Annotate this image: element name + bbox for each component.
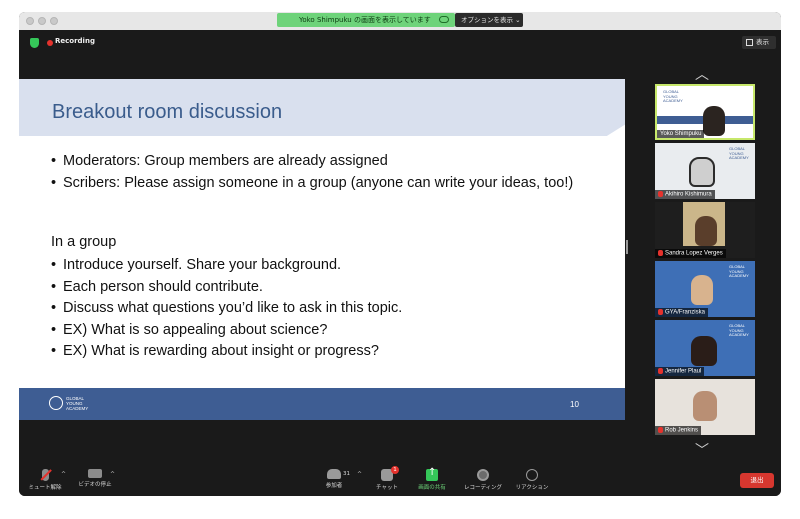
mic-off-icon xyxy=(658,427,663,434)
mic-off-icon xyxy=(658,191,663,198)
gya-logo-text: GLOBAL YOUNG ACADEMY xyxy=(729,264,749,278)
screen-share-status: Yoko Shimpuku の画面を表示しています xyxy=(277,13,455,27)
video-tile-sandra[interactable]: Sandra Lopez Verges xyxy=(655,202,755,258)
microphone-muted-icon xyxy=(41,469,49,481)
bullet-item: Introduce yourself. Share your backgroun… xyxy=(51,255,591,277)
unmute-button[interactable]: ミュート解除 xyxy=(25,469,65,491)
slide-bullets-top: Moderators: Group members are already as… xyxy=(51,151,591,194)
chat-label: チャット xyxy=(376,485,398,491)
recording-indicator: Recording xyxy=(55,37,95,45)
gya-logo-text: GLOBAL YOUNG ACADEMY xyxy=(66,396,89,411)
gya-logo-text: GLOBAL YOUNG ACADEMY xyxy=(729,146,749,160)
meeting-top-bar: Recording 表示 xyxy=(19,30,781,56)
view-button[interactable]: 表示 xyxy=(742,36,776,49)
view-options-button[interactable]: オプションを表示 ⌄ xyxy=(455,13,523,27)
bullet-item: EX) What is so appealing about science? xyxy=(51,320,591,342)
participants-label: 参加者 xyxy=(325,483,343,489)
video-camera-icon xyxy=(88,469,102,478)
video-options-caret-icon[interactable]: ^ xyxy=(110,471,115,478)
participant-name: Yoko Shimpuku xyxy=(657,130,705,138)
shared-slide: Breakout room discussion Moderators: Gro… xyxy=(19,79,625,420)
view-label: 表示 xyxy=(756,38,769,46)
grid-icon xyxy=(746,39,753,46)
stop-video-label: ビデオの停止 xyxy=(78,482,112,488)
participant-video xyxy=(689,157,715,187)
bullet-item: Scribers: Please assign someone in a gro… xyxy=(51,173,591,195)
leave-button[interactable]: 退出 xyxy=(740,473,774,488)
gya-logo-icon xyxy=(49,396,63,410)
mic-off-icon xyxy=(658,250,663,257)
participant-name: Akihiro Kishimura xyxy=(655,190,715,199)
chat-icon: 1 xyxy=(381,466,399,481)
slide-title: Breakout room discussion xyxy=(52,101,283,123)
smiley-icon xyxy=(526,469,538,481)
video-tile-akihiro[interactable]: GLOBAL YOUNG ACADEMY Akihiro Kishimura xyxy=(655,143,755,199)
participant-name: Jennifer Plaul xyxy=(655,367,705,376)
close-window-button[interactable] xyxy=(26,17,34,25)
share-status-text: Yoko Shimpuku の画面を表示しています xyxy=(299,16,431,24)
bullet-item: Moderators: Group members are already as… xyxy=(51,151,591,173)
minimize-window-button[interactable] xyxy=(38,17,46,25)
chevron-down-icon: ⌄ xyxy=(515,16,521,24)
participant-name: Rob Jenkins xyxy=(655,426,702,435)
participant-video xyxy=(695,216,717,246)
shield-icon[interactable] xyxy=(30,38,39,48)
bullet-item: Discuss what questions you’d like to ask… xyxy=(51,298,591,320)
video-tile-jennifer[interactable]: GLOBAL YOUNG ACADEMY Jennifer Plaul xyxy=(655,320,755,376)
mic-off-icon xyxy=(658,309,663,316)
slide-footer: GLOBAL YOUNG ACADEMY 10 xyxy=(19,388,625,420)
video-tile-franziska[interactable]: GLOBAL YOUNG ACADEMY GYA/Franziska xyxy=(655,261,755,317)
reactions-button[interactable]: リアクション xyxy=(510,469,554,491)
participant-name: Sandra Lopez Verges xyxy=(655,249,726,258)
participants-options-caret-icon[interactable]: ^ xyxy=(357,471,362,478)
share-screen-button[interactable]: 画面の共有 xyxy=(416,467,448,491)
slide-bullets-group: Introduce yourself. Share your backgroun… xyxy=(51,255,591,363)
title-bar: Yoko Shimpuku の画面を表示しています オプションを表示 ⌄ xyxy=(19,12,781,30)
mic-off-icon xyxy=(658,368,663,375)
audio-options-caret-icon[interactable]: ^ xyxy=(61,471,66,478)
chevron-down-icon[interactable]: ﹀ xyxy=(695,444,709,458)
participant-count: 31 xyxy=(343,471,350,477)
recording-dot-icon xyxy=(47,40,53,46)
share-screen-icon xyxy=(426,467,438,481)
panel-resize-handle[interactable] xyxy=(626,240,628,254)
participant-video xyxy=(693,391,717,421)
bullet-item: Each person should contribute. xyxy=(51,277,591,299)
zoom-window-button[interactable] xyxy=(50,17,58,25)
recording-button[interactable]: レコーディング xyxy=(458,469,508,491)
group-heading: In a group xyxy=(51,234,117,250)
cloud-icon xyxy=(439,16,449,23)
recording-label: レコーディング xyxy=(463,485,503,491)
view-options-label: オプションを表示 xyxy=(461,16,513,24)
gya-logo-text: GLOBAL YOUNG ACADEMY xyxy=(663,89,683,103)
reactions-label: リアクション xyxy=(515,485,549,491)
participant-video xyxy=(691,336,717,366)
participant-name: GYA/Franziska xyxy=(655,308,708,317)
bullet-item: EX) What is rewarding about insight or p… xyxy=(51,341,591,363)
video-tile-rob[interactable]: Rob Jenkins xyxy=(655,379,755,435)
chevron-up-icon[interactable]: ︿ xyxy=(695,68,709,82)
video-tile-yoko[interactable]: GLOBAL YOUNG ACADEMY Yoko Shimpuku xyxy=(655,84,755,140)
people-icon xyxy=(327,469,341,479)
meeting-controls: ミュート解除 ^ ビデオの停止 ^ 参加者 31 ^ 1 チャット 画面の共有 … xyxy=(19,466,781,496)
participant-video-panel: ︿ GLOBAL YOUNG ACADEMY Yoko Shimpuku GLO… xyxy=(655,64,755,464)
chat-unread-badge: 1 xyxy=(391,466,399,474)
gya-logo-text: GLOBAL YOUNG ACADEMY xyxy=(729,323,749,337)
chat-button[interactable]: 1 チャット xyxy=(372,466,402,491)
zoom-window: Yoko Shimpuku の画面を表示しています オプションを表示 ⌄ Rec… xyxy=(19,12,781,496)
participant-video xyxy=(703,106,725,136)
unmute-label: ミュート解除 xyxy=(28,485,62,491)
record-icon xyxy=(477,469,489,481)
slide-page-number: 10 xyxy=(570,400,579,409)
share-screen-label: 画面の共有 xyxy=(418,485,446,491)
participant-video xyxy=(691,275,713,305)
